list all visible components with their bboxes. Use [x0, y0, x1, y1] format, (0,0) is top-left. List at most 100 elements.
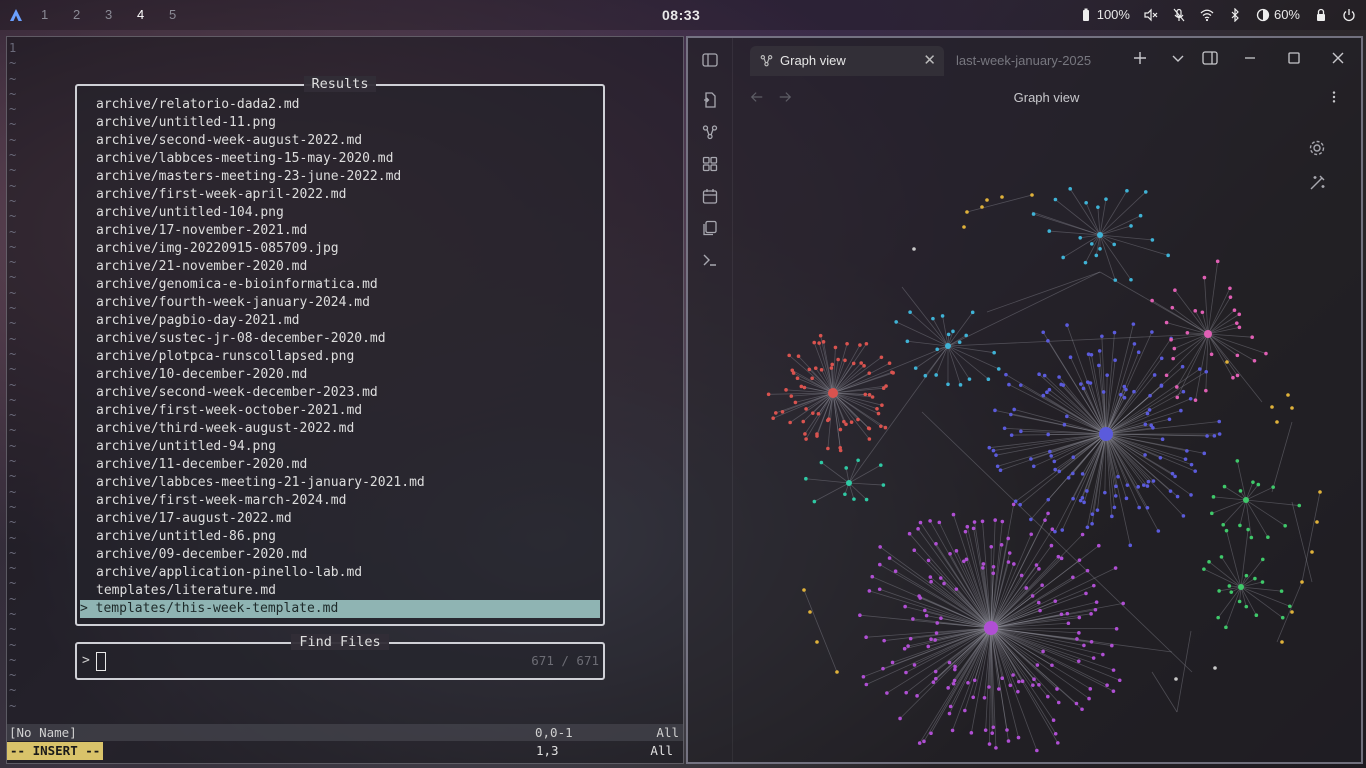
graph-node[interactable] [1083, 260, 1088, 265]
graph-node[interactable] [1053, 599, 1058, 603]
graph-node[interactable] [933, 669, 938, 674]
graph-node[interactable] [940, 314, 945, 318]
graph-node[interactable] [1041, 649, 1045, 654]
graph-node[interactable] [830, 362, 835, 367]
graph-node[interactable] [1213, 666, 1217, 670]
graph-node[interactable] [1136, 485, 1140, 489]
graph-node[interactable] [1287, 604, 1292, 609]
graph-node[interactable] [1041, 393, 1046, 398]
graph-node[interactable] [1111, 689, 1116, 693]
brightness-status[interactable]: 60% [1256, 7, 1300, 22]
graph-node[interactable] [1111, 668, 1116, 672]
graph-node[interactable] [1238, 489, 1243, 493]
graph-node[interactable] [1279, 589, 1284, 593]
graph-hub-node[interactable] [1204, 330, 1212, 338]
graph-node[interactable] [1085, 568, 1090, 573]
graph-node[interactable] [1137, 505, 1141, 510]
graph-node[interactable] [859, 361, 864, 365]
graph-node[interactable] [918, 520, 923, 525]
graph-node[interactable] [1048, 449, 1052, 454]
graph-node[interactable] [947, 660, 952, 665]
graph-node[interactable] [1091, 656, 1096, 660]
graph-node[interactable] [1244, 573, 1249, 578]
graph-node[interactable] [1114, 484, 1118, 489]
toggle-sidebar-icon[interactable] [702, 52, 718, 68]
graph-node[interactable] [991, 725, 996, 730]
graph-node[interactable] [1078, 498, 1083, 503]
graph-node[interactable] [1188, 396, 1193, 401]
graph-node[interactable] [1237, 325, 1242, 330]
result-item[interactable]: archive/pagbio-day-2021.md [80, 312, 600, 330]
graph-node[interactable] [1012, 562, 1016, 566]
graph-node[interactable] [934, 676, 938, 681]
result-item[interactable]: archive/fourth-week-january-2024.md [80, 294, 600, 312]
graph-node[interactable] [918, 596, 923, 600]
graph-node[interactable] [1114, 626, 1119, 631]
graph-node[interactable] [799, 384, 804, 389]
graph-node[interactable] [1202, 275, 1207, 280]
graph-node[interactable] [858, 343, 862, 347]
graph-node[interactable] [991, 571, 996, 576]
canvas-icon[interactable] [702, 156, 718, 172]
graph-node[interactable] [1217, 589, 1221, 593]
graph-node[interactable] [1024, 586, 1029, 590]
graph-node[interactable] [844, 466, 849, 470]
graph-node[interactable] [1046, 511, 1050, 516]
graph-node[interactable] [791, 371, 796, 375]
result-item[interactable]: archive/labbces-meeting-15-may-2020.md [80, 150, 600, 168]
graph-node[interactable] [951, 681, 956, 686]
graph-node[interactable] [1235, 459, 1240, 463]
graph-node[interactable] [1000, 195, 1004, 199]
graph-node[interactable] [870, 574, 875, 579]
graph-node[interactable] [916, 527, 920, 531]
graph-node[interactable] [987, 685, 991, 689]
graph-node[interactable] [1065, 414, 1069, 419]
graph-node[interactable] [1173, 474, 1177, 479]
graph-node[interactable] [1180, 364, 1185, 369]
result-item[interactable]: archive/relatorio-dada2.md [80, 96, 600, 114]
graph-node[interactable] [1148, 393, 1152, 398]
graph-node[interactable] [1150, 330, 1154, 334]
graph-node[interactable] [1271, 485, 1275, 489]
graph-node[interactable] [1020, 679, 1025, 683]
graph-node[interactable] [1085, 525, 1090, 530]
terminal-icon[interactable] [702, 252, 718, 268]
graph-node[interactable] [1318, 490, 1322, 494]
graph-node[interactable] [1249, 535, 1254, 540]
graph-node[interactable] [994, 746, 998, 750]
graph-node[interactable] [1056, 741, 1060, 745]
graph-node[interactable] [1053, 529, 1057, 534]
graph-node[interactable] [972, 678, 977, 683]
graph-node[interactable] [1095, 508, 1100, 512]
animate-graph-icon[interactable] [1310, 175, 1325, 190]
result-item[interactable]: archive/masters-meeting-23-june-2022.md [80, 168, 600, 186]
graph-node[interactable] [1244, 604, 1249, 609]
graph-node[interactable] [965, 524, 970, 529]
graph-node[interactable] [1156, 529, 1161, 533]
graph-node[interactable] [804, 437, 808, 441]
graph-node[interactable] [789, 394, 794, 398]
graph-node[interactable] [898, 716, 902, 721]
graph-node[interactable] [934, 541, 938, 546]
graph-node[interactable] [933, 638, 937, 642]
graph-node[interactable] [1076, 659, 1081, 663]
graph-node[interactable] [939, 616, 943, 620]
graph-node[interactable] [866, 426, 871, 431]
graph-node[interactable] [1089, 639, 1094, 644]
minimize-icon[interactable] [1242, 50, 1258, 66]
graph-node[interactable] [1105, 683, 1109, 688]
more-options-icon[interactable] [1327, 90, 1341, 104]
graph-node[interactable] [793, 400, 798, 405]
graph-node[interactable] [880, 403, 884, 407]
graph-node[interactable] [1147, 408, 1152, 412]
graph-node[interactable] [1018, 383, 1023, 387]
graph-node[interactable] [982, 695, 987, 700]
graph-node[interactable] [821, 340, 826, 344]
graph-node[interactable] [1087, 696, 1091, 701]
graph-node[interactable] [1051, 718, 1056, 723]
graph-node[interactable] [998, 468, 1003, 473]
graph-node[interactable] [1112, 330, 1117, 335]
graph-node[interactable] [1210, 511, 1214, 516]
graph-node[interactable] [1053, 467, 1057, 472]
graph-node[interactable] [971, 695, 976, 700]
